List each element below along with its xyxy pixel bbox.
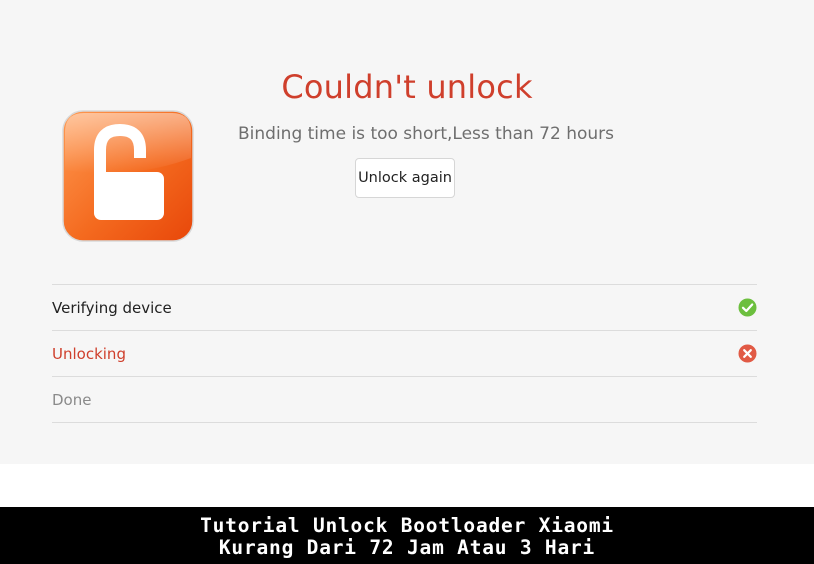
step-unlocking: Unlocking <box>52 331 757 377</box>
open-padlock-icon <box>62 110 194 242</box>
page-title: Couldn't unlock <box>281 68 533 106</box>
unlock-status-panel: Couldn't unlock Binding time is too shor… <box>0 0 814 464</box>
check-circle-icon <box>738 298 757 317</box>
top-edge-remnant <box>34 0 108 6</box>
top-edge-remnant <box>590 0 740 6</box>
banner-title-line: Tutorial Unlock Bootloader Xiaomi <box>200 514 614 537</box>
progress-steps-list: Verifying device Unlocking Done <box>52 284 757 423</box>
error-message: Binding time is too short,Less than 72 h… <box>238 124 615 144</box>
banner-subtitle-line: Kurang Dari 72 Jam Atau 3 Hari <box>218 536 596 559</box>
step-label: Verifying device <box>52 299 172 317</box>
step-verifying-device: Verifying device <box>52 285 757 331</box>
step-done: Done <box>52 377 757 423</box>
x-circle-icon <box>738 344 757 363</box>
caption-banner: Tutorial Unlock Bootloader Xiaomi Kurang… <box>0 507 814 564</box>
unlock-again-button[interactable]: Unlock again <box>355 158 455 198</box>
step-label: Done <box>52 391 92 409</box>
step-label: Unlocking <box>52 345 126 363</box>
